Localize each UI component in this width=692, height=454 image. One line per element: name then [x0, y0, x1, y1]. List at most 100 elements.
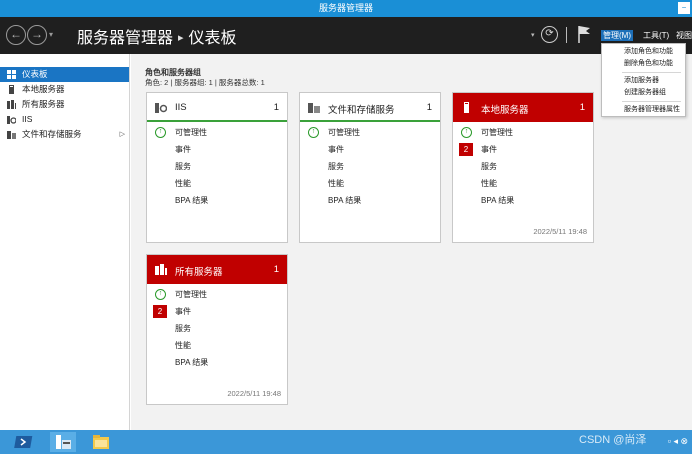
performance-row[interactable]: 性能 [147, 337, 287, 354]
tray-icons[interactable]: ▫ ◂ ⊗ [668, 436, 688, 447]
bpa-row[interactable]: BPA 结果 [453, 192, 593, 209]
menu-view[interactable]: 视图 [674, 30, 692, 41]
row-label: BPA 结果 [175, 196, 209, 205]
row-label: 服务 [328, 162, 344, 171]
bpa-row[interactable]: BPA 结果 [147, 354, 287, 371]
row-label: 事件 [175, 145, 191, 154]
bpa-row[interactable]: BPA 结果 [147, 192, 287, 209]
manageability-row[interactable]: ↑ 可管理性 [147, 124, 287, 141]
tile-header[interactable]: 文件和存储服务 1 [300, 93, 440, 122]
performance-row[interactable]: 性能 [453, 175, 593, 192]
menu-divider [622, 72, 681, 73]
status-ok-icon: ↑ [155, 127, 166, 138]
menu-item-properties[interactable]: 服务器管理器属性 [602, 104, 685, 116]
tile-timestamp: 2022/5/11 19:48 [533, 227, 587, 236]
performance-row[interactable]: 性能 [147, 175, 287, 192]
performance-row[interactable]: 性能 [300, 175, 440, 192]
sidebar-item-file-storage[interactable]: 文件和存储服务 ▷ [0, 127, 129, 142]
row-label: BPA 结果 [481, 196, 515, 205]
sidebar-item-label: 仪表板 [22, 69, 48, 79]
row-label: BPA 结果 [175, 358, 209, 367]
servers-icon [155, 264, 167, 275]
header-dropdown-icon[interactable]: ▾ [531, 31, 535, 39]
section-subtitle: 角色: 2 | 服务器组: 1 | 服务器总数: 1 [145, 78, 265, 87]
row-label: 性能 [481, 179, 497, 188]
sidebar-item-iis[interactable]: IIS [0, 112, 129, 127]
manageability-row[interactable]: ↑ 可管理性 [300, 124, 440, 141]
row-label: BPA 结果 [328, 196, 362, 205]
tile-title: IIS [175, 102, 187, 113]
events-row[interactable]: 2 事件 [147, 303, 287, 320]
services-row[interactable]: 服务 [453, 158, 593, 175]
sidebar-item-local-server[interactable]: 本地服务器 [0, 82, 129, 97]
events-row[interactable]: 事件 [147, 141, 287, 158]
menu-item-create-server-group[interactable]: 创建服务器组 [602, 87, 685, 99]
menu-divider [622, 101, 681, 102]
storage-icon [7, 131, 16, 139]
refresh-icon[interactable]: ⟳ [541, 26, 558, 43]
bpa-row[interactable]: BPA 结果 [300, 192, 440, 209]
menu-manage[interactable]: 管理(M) [601, 30, 633, 41]
tile-count: 1 [273, 102, 279, 113]
row-label: 性能 [175, 179, 191, 188]
expand-chevron-icon[interactable]: ▷ [120, 127, 125, 142]
services-row[interactable]: 服务 [147, 158, 287, 175]
sidebar-item-label: 所有服务器 [22, 99, 65, 109]
breadcrumb-page: 仪表板 [188, 30, 237, 47]
servers-icon [7, 100, 16, 109]
row-label: 可管理性 [175, 290, 207, 299]
menu-item-add-servers[interactable]: 添加服务器 [602, 75, 685, 87]
tile-count: 1 [579, 102, 585, 113]
history-dropdown-icon[interactable]: ▾ [49, 30, 53, 39]
services-row[interactable]: 服务 [147, 320, 287, 337]
row-label: 事件 [481, 145, 497, 154]
events-row[interactable]: 事件 [300, 141, 440, 158]
dashboard-icon [7, 70, 16, 79]
notifications-flag-icon[interactable] [577, 25, 591, 43]
row-label: 可管理性 [481, 128, 513, 137]
app-header: ← → ▾ 服务器管理器 ▸ 仪表板 ▾ ⟳ 管理(M) 工具(T) 视图 [0, 17, 692, 54]
tile-header[interactable]: 所有服务器 1 [147, 255, 287, 284]
manageability-row[interactable]: ↑ 可管理性 [147, 286, 287, 303]
breadcrumb: 服务器管理器 ▸ 仪表板 [77, 24, 237, 48]
status-ok-icon: ↑ [155, 289, 166, 300]
forward-button[interactable]: → [27, 25, 47, 45]
server-manager-icon[interactable] [50, 432, 76, 452]
tile-header[interactable]: 本地服务器 1 [453, 93, 593, 122]
manage-dropdown-menu: 添加角色和功能 删除角色和功能 添加服务器 创建服务器组 服务器管理器属性 [601, 43, 686, 117]
back-button[interactable]: ← [6, 25, 26, 45]
tile-all-servers[interactable]: 所有服务器 1 ↑ 可管理性 2 事件 服务 性能 BPA 结果 2022/5/11… [146, 254, 288, 405]
events-row[interactable]: 2 事件 [453, 141, 593, 158]
tile-header[interactable]: IIS 1 [147, 93, 287, 122]
file-explorer-icon[interactable] [88, 432, 114, 452]
tile-local-server[interactable]: 本地服务器 1 ↑ 可管理性 2 事件 服务 性能 BPA 结果 2022/5/11… [452, 92, 594, 243]
tile-iis[interactable]: IIS 1 ↑ 可管理性 事件 服务 性能 BPA 结果 [146, 92, 288, 243]
server-icon [464, 102, 469, 113]
manageability-row[interactable]: ↑ 可管理性 [453, 124, 593, 141]
minimize-icon[interactable]: − [678, 2, 690, 14]
tile-timestamp: 2022/5/11 19:48 [227, 389, 281, 398]
powershell-icon[interactable] [12, 432, 38, 452]
menu-tools[interactable]: 工具(T) [641, 30, 671, 41]
tile-title: 所有服务器 [175, 267, 223, 278]
tile-file-storage[interactable]: 文件和存储服务 1 ↑ 可管理性 事件 服务 性能 BPA 结果 [299, 92, 441, 243]
window-title: 服务器管理器 [318, 3, 373, 13]
tile-title: 本地服务器 [481, 105, 529, 116]
status-ok-icon: ↑ [308, 127, 319, 138]
window-title-bar: 服务器管理器 − [0, 0, 692, 17]
sidebar-item-all-servers[interactable]: 所有服务器 [0, 97, 129, 112]
services-row[interactable]: 服务 [300, 158, 440, 175]
sidebar-item-label: 文件和存储服务 [22, 129, 82, 139]
sidebar-item-dashboard[interactable]: 仪表板 [0, 67, 129, 82]
sidebar-item-label: 本地服务器 [22, 84, 65, 94]
menu-item-remove-roles[interactable]: 删除角色和功能 [602, 58, 685, 70]
taskbar: CSDN @尚泽 ▫ ◂ ⊗ [0, 430, 692, 454]
row-label: 事件 [175, 307, 191, 316]
tile-count: 1 [273, 264, 279, 275]
row-label: 性能 [328, 179, 344, 188]
row-label: 服务 [175, 162, 191, 171]
menu-item-add-roles[interactable]: 添加角色和功能 [602, 46, 685, 58]
row-label: 服务 [175, 324, 191, 333]
breadcrumb-app: 服务器管理器 [77, 30, 174, 47]
iis-icon [7, 116, 16, 124]
